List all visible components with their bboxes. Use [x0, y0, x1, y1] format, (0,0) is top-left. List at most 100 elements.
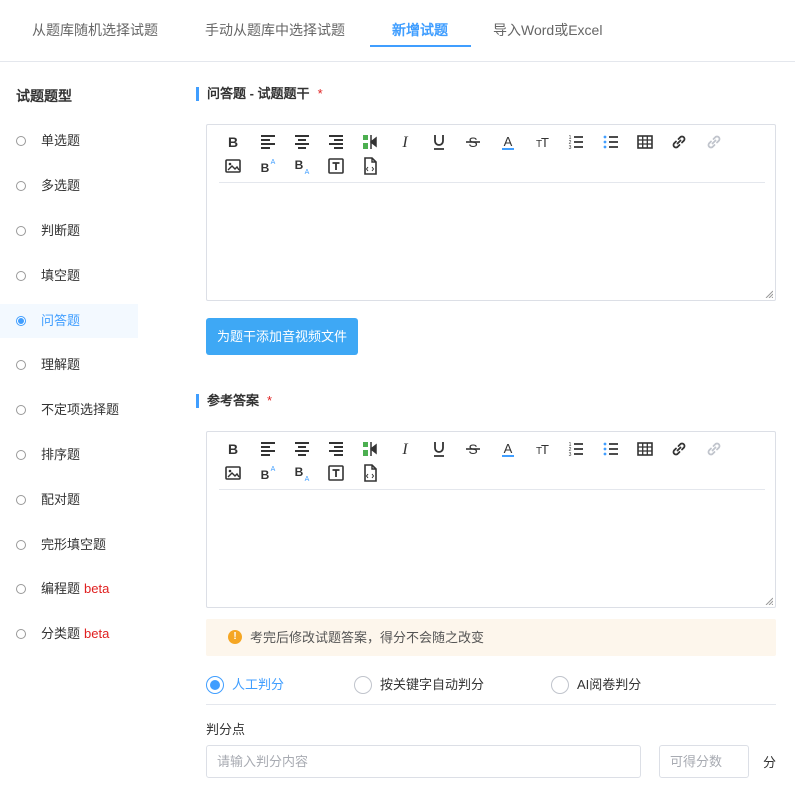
- tab-random-select[interactable]: 从题库随机选择试题: [32, 0, 158, 61]
- font-size-icon[interactable]: TT: [532, 439, 552, 459]
- ordered-list-icon[interactable]: 123: [566, 132, 586, 152]
- type-item-programming[interactable]: 编程题 beta: [0, 572, 138, 606]
- divider: [206, 704, 776, 705]
- grading-option-ai[interactable]: AI阅卷判分: [551, 675, 641, 695]
- grading-option-manual[interactable]: 人工判分: [206, 675, 284, 695]
- radio-dot-icon: [16, 540, 26, 550]
- warning-notice: ! 考完后修改试题答案，得分不会随之改变: [206, 619, 776, 656]
- align-center-icon[interactable]: [292, 439, 312, 459]
- type-item-essay[interactable]: 问答题: [0, 304, 138, 338]
- tab-manual-select[interactable]: 手动从题库中选择试题: [205, 0, 345, 61]
- align-left-icon[interactable]: [258, 132, 278, 152]
- grading-option-label: 人工判分: [232, 677, 285, 692]
- resize-handle-icon[interactable]: [765, 290, 773, 298]
- answer-section-title: 参考答案 *: [196, 393, 272, 409]
- align-right-icon[interactable]: [326, 439, 346, 459]
- radio-circle-icon: [551, 676, 569, 694]
- type-item-label: 单选题: [41, 133, 81, 148]
- svg-text:A: A: [305, 476, 310, 483]
- ordered-list-icon[interactable]: 123: [566, 439, 586, 459]
- tab-new-question[interactable]: 新增试题: [392, 0, 448, 61]
- type-item-label: 理解题: [41, 357, 81, 372]
- radio-dot-icon: [16, 450, 26, 460]
- radio-dot-icon: [16, 271, 26, 281]
- subscript-icon[interactable]: BA: [292, 463, 312, 483]
- scoring-points-label: 判分点: [206, 722, 246, 737]
- strikethrough-icon[interactable]: S: [463, 132, 483, 152]
- type-item-label: 多选题: [41, 178, 81, 193]
- strikethrough-icon[interactable]: S: [463, 439, 483, 459]
- type-item-true-false[interactable]: 判断题: [0, 214, 138, 248]
- score-input[interactable]: [659, 745, 749, 778]
- font-size-icon[interactable]: TT: [532, 132, 552, 152]
- grading-option-label: 按关键字自动判分: [380, 677, 485, 692]
- font-color-icon[interactable]: A: [498, 132, 518, 152]
- link-icon[interactable]: [669, 132, 689, 152]
- table-icon[interactable]: [635, 132, 655, 152]
- radio-dot-icon: [16, 181, 26, 191]
- svg-text:T: T: [541, 442, 549, 457]
- underline-icon[interactable]: [429, 439, 449, 459]
- required-mark: *: [317, 86, 323, 101]
- grading-option-label: AI阅卷判分: [577, 677, 642, 692]
- type-item-label: 填空题: [41, 268, 81, 283]
- type-item-single-choice[interactable]: 单选题: [0, 124, 138, 158]
- section-accent-bar: [196, 87, 199, 101]
- svg-text:3: 3: [569, 145, 572, 151]
- type-item-matching[interactable]: 配对题: [0, 483, 138, 517]
- stem-editor: BISATT123BABA: [206, 124, 776, 301]
- type-item-label: 完形填空题: [41, 537, 107, 552]
- align-left-icon[interactable]: [258, 439, 278, 459]
- type-item-fill-blank[interactable]: 填空题: [0, 259, 138, 293]
- required-mark: *: [267, 393, 273, 408]
- type-item-cloze[interactable]: 完形填空题: [0, 528, 138, 562]
- underline-icon[interactable]: [429, 132, 449, 152]
- add-media-button[interactable]: 为题干添加音视频文件: [206, 318, 358, 355]
- indent-icon[interactable]: [360, 132, 380, 152]
- type-item-indefinite-choice[interactable]: 不定项选择题: [0, 393, 138, 427]
- image-icon[interactable]: [223, 156, 243, 176]
- file-icon[interactable]: [360, 463, 380, 483]
- link-icon[interactable]: [669, 439, 689, 459]
- subscript-icon[interactable]: BA: [292, 156, 312, 176]
- stem-editor-body[interactable]: [219, 185, 765, 295]
- table-icon[interactable]: [635, 439, 655, 459]
- align-center-icon[interactable]: [292, 132, 312, 152]
- svg-text:B: B: [261, 161, 270, 175]
- unlink-icon[interactable]: [704, 132, 724, 152]
- type-item-comprehension[interactable]: 理解题: [0, 348, 138, 382]
- superscript-icon[interactable]: BA: [258, 156, 278, 176]
- svg-text:B: B: [295, 465, 304, 479]
- unlink-icon[interactable]: [704, 439, 724, 459]
- svg-text:A: A: [271, 159, 276, 166]
- answer-toolbar: BISATT123BABA: [219, 438, 765, 490]
- svg-text:I: I: [401, 134, 408, 151]
- indent-icon[interactable]: [360, 439, 380, 459]
- type-item-multi-choice[interactable]: 多选题: [0, 169, 138, 203]
- italic-icon[interactable]: I: [395, 439, 415, 459]
- type-item-classification[interactable]: 分类题 beta: [0, 617, 138, 651]
- type-item-label: 判断题: [41, 223, 81, 238]
- grading-option-keyword[interactable]: 按关键字自动判分: [354, 675, 484, 695]
- bullet-list-icon[interactable]: [601, 439, 621, 459]
- answer-editor-body[interactable]: [219, 492, 765, 602]
- type-item-ordering[interactable]: 排序题: [0, 438, 138, 472]
- textbox-icon[interactable]: [326, 463, 346, 483]
- align-right-icon[interactable]: [326, 132, 346, 152]
- bold-icon[interactable]: B: [223, 439, 243, 459]
- superscript-icon[interactable]: BA: [258, 463, 278, 483]
- tab-import-word-excel[interactable]: 导入Word或Excel: [493, 0, 602, 61]
- radio-dot-icon: [16, 405, 26, 415]
- answer-title-text: 参考答案: [207, 393, 260, 408]
- textbox-icon[interactable]: [326, 156, 346, 176]
- resize-handle-icon[interactable]: [765, 597, 773, 605]
- bold-icon[interactable]: B: [223, 132, 243, 152]
- bullet-list-icon[interactable]: [601, 132, 621, 152]
- stem-section-title: 问答题 - 试题题干 *: [196, 86, 323, 102]
- font-color-icon[interactable]: A: [498, 439, 518, 459]
- image-icon[interactable]: [223, 463, 243, 483]
- file-icon[interactable]: [360, 156, 380, 176]
- scoring-content-input[interactable]: [206, 745, 641, 778]
- section-accent-bar: [196, 394, 199, 408]
- italic-icon[interactable]: I: [395, 132, 415, 152]
